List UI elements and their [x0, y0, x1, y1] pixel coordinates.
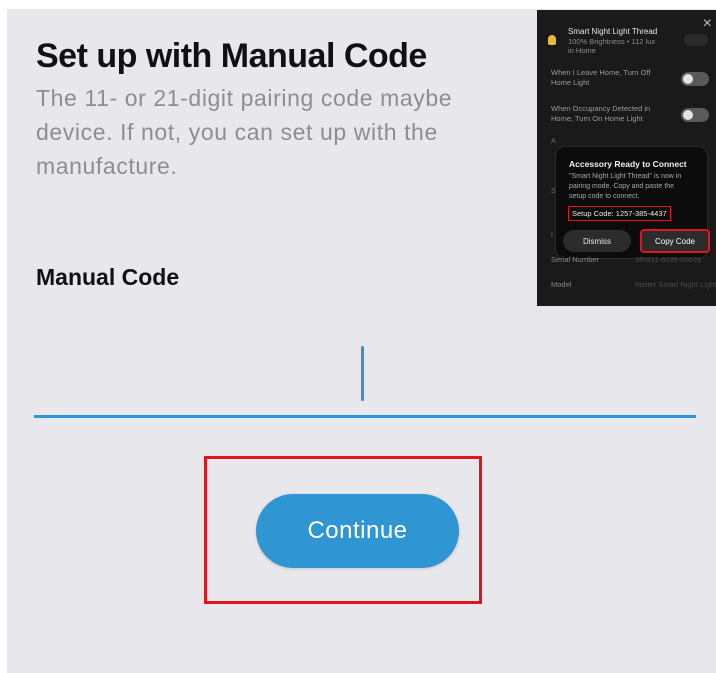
automation-line: When Occupancy Detected in: [551, 104, 651, 113]
model-label: Model: [551, 280, 572, 289]
close-icon[interactable]: ×: [703, 16, 712, 32]
dialog-body: "Smart Night Light Thread" is now in pai…: [569, 172, 701, 202]
setup-code: Setup Code: 1257-385-4437: [568, 206, 671, 221]
description-line: The 11- or 21-digit pairing code maybe: [36, 85, 453, 111]
page-title: Set up with Manual Code: [36, 37, 427, 75]
bulb-icon: [548, 35, 556, 45]
manual-code-input[interactable]: [34, 339, 696, 418]
device-name: Smart Night Light Thread: [568, 27, 658, 36]
automation-toggle-occupancy[interactable]: [681, 108, 709, 122]
dialog-body-line: "Smart Night Light Thread" is now in: [569, 173, 682, 180]
serial-number-value: 3RM11-6035-00026: [635, 255, 702, 264]
description-line: device. If not, you can set up with the: [36, 119, 438, 145]
copy-code-button[interactable]: Copy Code: [640, 229, 710, 253]
automation-line: Home, Turn On Home Light: [551, 114, 643, 123]
dialog-title: Accessory Ready to Connect: [569, 159, 687, 169]
automation-toggle-leave-home[interactable]: [681, 72, 709, 86]
description-line: manufacture.: [36, 153, 178, 179]
inset-home-app-screenshot: × Smart Night Light Thread 100% Brightne…: [537, 10, 716, 306]
accessory-ready-dialog: Accessory Ready to Connect "Smart Night …: [555, 146, 710, 259]
automation-row-leave-home[interactable]: When I Leave Home, Turn Off Home Light: [551, 68, 651, 88]
obscured-row: A: [551, 138, 556, 145]
device-status: 100% Brightness • 112 lux in Home: [568, 37, 655, 55]
device-status-line: 100% Brightness • 112 lux: [568, 37, 656, 46]
dismiss-button[interactable]: Dismiss: [563, 230, 631, 252]
continue-button[interactable]: Continue: [256, 494, 459, 568]
model-value: Matter Smart Night Light -T: [635, 280, 716, 289]
obscured-row: I: [551, 232, 553, 239]
automation-line: When I Leave Home, Turn Off: [551, 68, 651, 77]
automation-row-occupancy[interactable]: When Occupancy Detected in Home, Turn On…: [551, 104, 650, 124]
automation-line: Home Light: [551, 78, 590, 87]
manual-code-label: Manual Code: [36, 264, 180, 290]
dialog-body-line: setup code to connect.: [569, 193, 640, 200]
dialog-body-line: pairing mode. Copy and paste the: [569, 183, 675, 190]
device-status-line: in Home: [568, 46, 596, 55]
text-cursor: [361, 346, 364, 401]
device-power-toggle[interactable]: [684, 34, 708, 46]
serial-number-label: Serial Number: [551, 255, 599, 264]
page-description: The 11- or 21-digit pairing code maybe d…: [36, 81, 556, 183]
